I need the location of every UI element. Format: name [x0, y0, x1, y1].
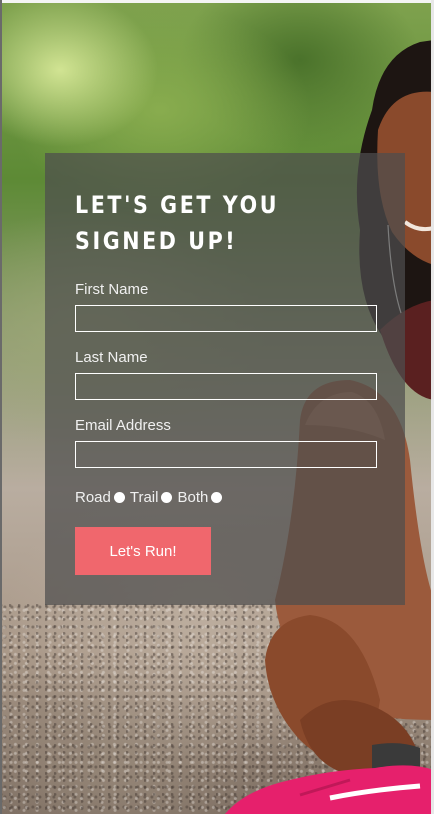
signup-form: LET'S GET YOU SIGNED UP! First Name Last… — [45, 153, 405, 605]
radio-both[interactable]: Both — [177, 488, 223, 506]
run-type-radio-group: Road Trail Both — [75, 485, 377, 509]
radio-road-button[interactable] — [113, 491, 125, 503]
email-input[interactable] — [75, 441, 377, 468]
radio-trail[interactable]: Trail — [130, 489, 173, 506]
first-name-field-group: First Name — [75, 281, 377, 332]
radio-road-label: Road — [75, 488, 111, 506]
radio-both-button[interactable] — [211, 491, 223, 503]
radio-road[interactable]: Road — [75, 489, 125, 506]
gravel-path-texture — [0, 604, 434, 814]
last-name-field-group: Last Name — [75, 349, 377, 400]
first-name-label: First Name — [75, 281, 149, 298]
last-name-input[interactable] — [75, 373, 377, 400]
email-field-group: Email Address — [75, 417, 377, 468]
email-label: Email Address — [75, 417, 171, 434]
radio-both-label: Both — [177, 488, 209, 506]
radio-trail-label: Trail — [129, 488, 159, 506]
top-border — [0, 0, 434, 3]
radio-trail-button[interactable] — [161, 491, 173, 503]
first-name-input[interactable] — [75, 305, 377, 332]
form-title: LET'S GET YOU SIGNED UP! — [75, 191, 280, 255]
last-name-label: Last Name — [75, 349, 148, 366]
lets-run-button[interactable]: Let's Run! — [75, 527, 211, 575]
signup-page: LET'S GET YOU SIGNED UP! First Name Last… — [0, 0, 434, 814]
left-border — [0, 0, 2, 814]
